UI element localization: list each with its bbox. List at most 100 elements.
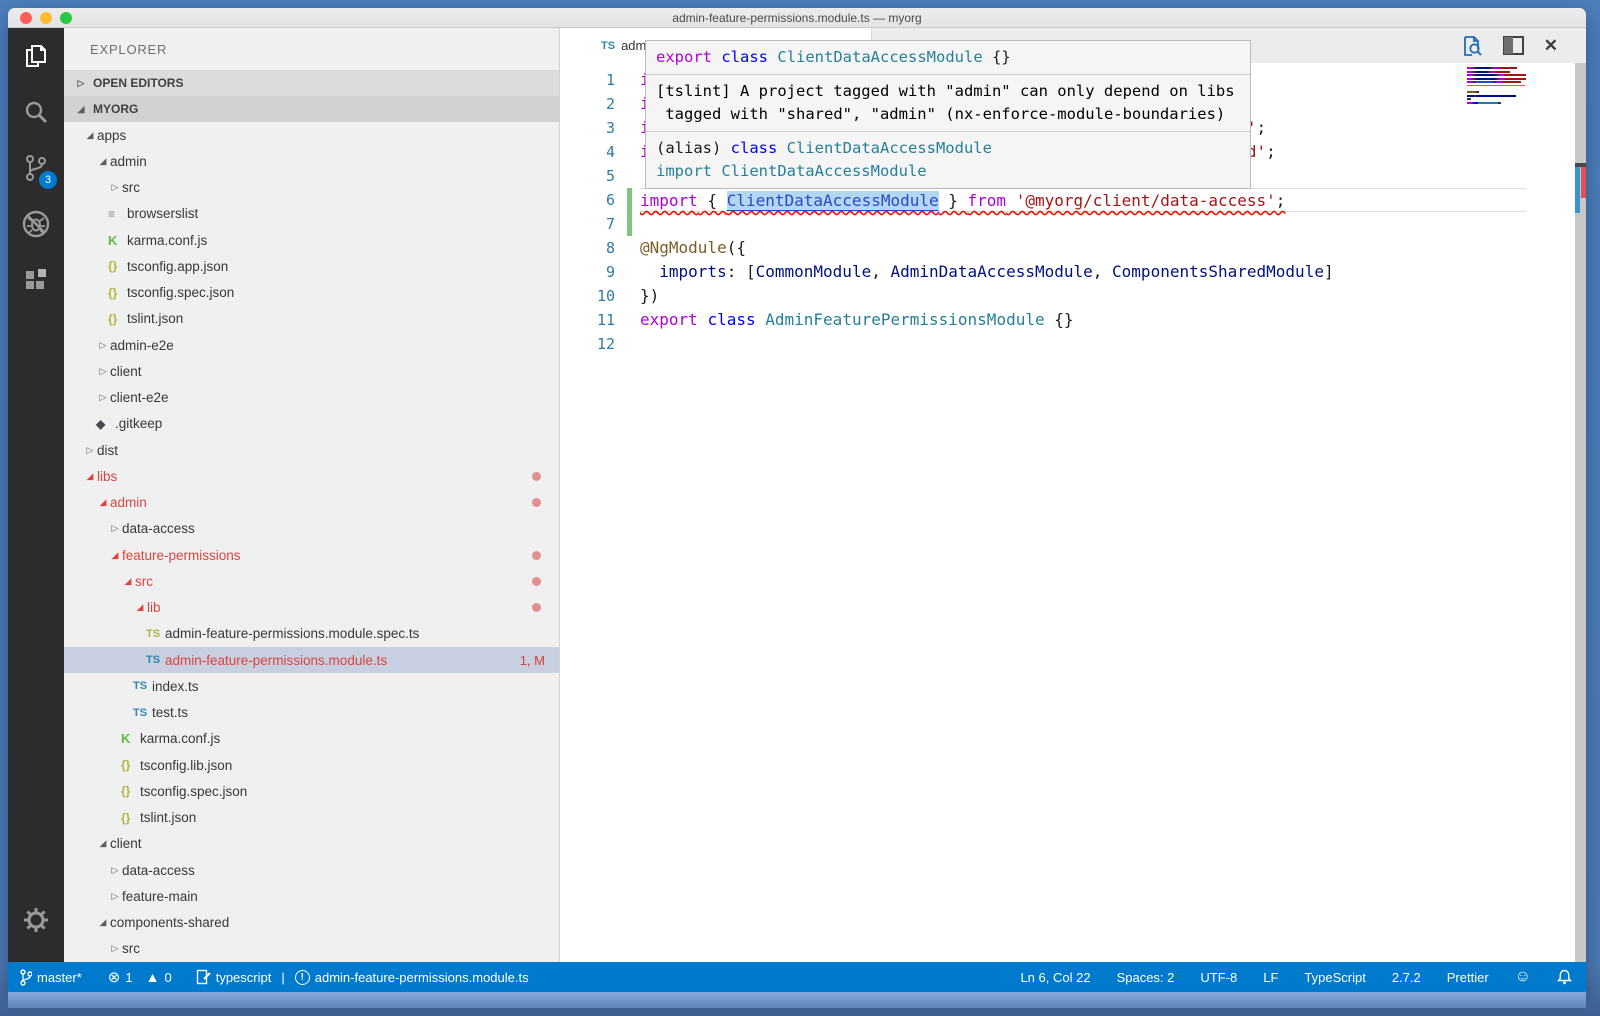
twistie-collapsed-icon[interactable]: ▷ xyxy=(108,523,122,534)
tree-item-label: karma.conf.js xyxy=(127,233,207,248)
twistie-collapsed-icon[interactable]: ▷ xyxy=(108,182,122,193)
definition-link[interactable]: ClientDataAccessModule xyxy=(727,191,939,210)
twistie-expanded-icon[interactable]: ◢ xyxy=(96,917,110,928)
feedback-smiley-icon[interactable]: ☺ xyxy=(1515,969,1531,985)
twistie-collapsed-icon[interactable]: ▷ xyxy=(96,392,110,403)
code-line-12[interactable]: 12 xyxy=(560,332,1586,356)
twistie-expanded-icon[interactable]: ◢ xyxy=(133,602,147,613)
close-window-button[interactable] xyxy=(20,12,32,24)
indentation[interactable]: Spaces: 2 xyxy=(1117,970,1175,985)
tree-folder-admin[interactable]: ◢admin xyxy=(64,490,559,516)
eol-sequence[interactable]: LF xyxy=(1263,970,1278,985)
tree-folder-feature-permissions[interactable]: ◢feature-permissions xyxy=(64,542,559,568)
open-editors-header[interactable]: ▷ OPEN EDITORS xyxy=(64,70,559,96)
search-icon[interactable] xyxy=(8,84,64,140)
tree-file-tslint.json[interactable]: {}tslint.json xyxy=(64,306,559,332)
twistie-collapsed-icon[interactable]: ▷ xyxy=(83,445,97,456)
code-text[interactable]: }) xyxy=(640,284,1586,308)
tree-file-karma.conf.js[interactable]: Kkarma.conf.js xyxy=(64,227,559,253)
tree-folder-data-access[interactable]: ▷data-access xyxy=(64,516,559,542)
line-number: 7 xyxy=(560,212,615,236)
tree-folder-components-shared[interactable]: ◢components-shared xyxy=(64,910,559,936)
twistie-collapsed-icon[interactable]: ▷ xyxy=(96,340,110,351)
tree-file-admin-feature-permissions.module.ts[interactable]: TSadmin-feature-permissions.module.ts1, … xyxy=(64,647,559,673)
code-text[interactable] xyxy=(640,332,1586,356)
minimap[interactable] xyxy=(1467,67,1531,105)
tree-folder-apps[interactable]: ◢apps xyxy=(64,122,559,148)
code-line-10[interactable]: 10}) xyxy=(560,284,1586,308)
twistie-expanded-icon[interactable]: ◢ xyxy=(96,838,110,849)
tree-folder-client[interactable]: ▷client xyxy=(64,358,559,384)
minimize-window-button[interactable] xyxy=(40,12,52,24)
extensions-icon[interactable] xyxy=(8,252,64,308)
tree-folder-data-access[interactable]: ▷data-access xyxy=(64,857,559,883)
twistie-collapsed-icon[interactable]: ▷ xyxy=(108,943,122,954)
code-line-11[interactable]: 11export class AdminFeaturePermissionsMo… xyxy=(560,308,1586,332)
twistie-expanded-icon[interactable]: ◢ xyxy=(96,156,110,167)
code-text[interactable]: imports: [CommonModule, AdminDataAccessM… xyxy=(640,260,1586,284)
twistie-expanded-icon[interactable]: ◢ xyxy=(121,576,135,587)
code-text[interactable]: import { ClientDataAccessModule } from '… xyxy=(640,188,1526,212)
tree-folder-client[interactable]: ◢client xyxy=(64,831,559,857)
notifications-bell-icon[interactable] xyxy=(1557,969,1572,985)
code-line-8[interactable]: 8@NgModule({ xyxy=(560,236,1586,260)
source-control-icon[interactable]: 3 xyxy=(8,140,64,196)
tree-file-tsconfig.spec.json[interactable]: {}tsconfig.spec.json xyxy=(64,280,559,306)
split-editor-button[interactable] xyxy=(1503,36,1524,55)
twistie-expanded-icon[interactable]: ◢ xyxy=(83,471,97,482)
tree-folder-src[interactable]: ▷src xyxy=(64,936,559,962)
minimap-line xyxy=(1467,71,1531,73)
code-line-6[interactable]: 6import { ClientDataAccessModule } from … xyxy=(560,188,1586,212)
twistie-collapsed-icon[interactable]: ▷ xyxy=(108,865,122,876)
tree-folder-client-e2e[interactable]: ▷client-e2e xyxy=(64,385,559,411)
tree-item-label: apps xyxy=(97,128,126,143)
code-text[interactable] xyxy=(640,212,1586,236)
tree-file-karma.conf.js[interactable]: Kkarma.conf.js xyxy=(64,726,559,752)
tree-file-test.ts[interactable]: TStest.ts xyxy=(64,700,559,726)
code-line-7[interactable]: 7 xyxy=(560,212,1586,236)
modified-dot-badge xyxy=(532,577,541,586)
close-editor-button[interactable]: ✕ xyxy=(1544,36,1558,56)
tree-file-admin-feature-permissions.module.spec.ts[interactable]: TSadmin-feature-permissions.module.spec.… xyxy=(64,621,559,647)
tree-folder-src[interactable]: ◢src xyxy=(64,568,559,594)
workspace-root-header[interactable]: ◢ MYORG xyxy=(64,96,559,122)
linter-status-item[interactable]: typescript | ! admin-feature-permissions… xyxy=(196,969,529,985)
settings-gear-icon[interactable] xyxy=(8,892,64,948)
tree-file-browserslist[interactable]: ≡browserslist xyxy=(64,201,559,227)
code-line-9[interactable]: 9 imports: [CommonModule, AdminDataAcces… xyxy=(560,260,1586,284)
typescript-version[interactable]: 2.7.2 xyxy=(1392,970,1421,985)
code-text[interactable]: export class AdminFeaturePermissionsModu… xyxy=(640,308,1586,332)
code-text[interactable]: @NgModule({ xyxy=(640,236,1586,260)
tree-folder-src[interactable]: ▷src xyxy=(64,175,559,201)
overview-ruler[interactable] xyxy=(1575,63,1586,962)
cursor-position[interactable]: Ln 6, Col 22 xyxy=(1020,970,1090,985)
editor-content[interactable]: 1import { CommonModule } from '@angular/… xyxy=(560,63,1586,962)
tree-file-tslint.json[interactable]: {}tslint.json xyxy=(64,805,559,831)
tree-folder-feature-main[interactable]: ▷feature-main xyxy=(64,883,559,909)
twistie-expanded-icon[interactable]: ◢ xyxy=(83,130,97,141)
git-branch-item[interactable]: master* xyxy=(20,969,82,986)
tree-file-tsconfig.app.json[interactable]: {}tsconfig.app.json xyxy=(64,253,559,279)
twistie-collapsed-icon[interactable]: ▷ xyxy=(108,891,122,902)
explorer-icon[interactable] xyxy=(8,28,64,84)
tree-file-tsconfig.lib.json[interactable]: {}tsconfig.lib.json xyxy=(64,752,559,778)
twistie-expanded-icon[interactable]: ◢ xyxy=(108,550,122,561)
tree-file-index.ts[interactable]: TSindex.ts xyxy=(64,673,559,699)
tree-file-.gitkeep[interactable]: ◆.gitkeep xyxy=(64,411,559,437)
minimap-error-squiggle xyxy=(1467,85,1525,87)
twistie-expanded-icon[interactable]: ◢ xyxy=(96,497,110,508)
twistie-collapsed-icon[interactable]: ▷ xyxy=(96,366,110,377)
open-changes-button[interactable] xyxy=(1461,35,1483,57)
language-mode[interactable]: TypeScript xyxy=(1304,970,1365,985)
zoom-window-button[interactable] xyxy=(60,12,72,24)
formatter[interactable]: Prettier xyxy=(1447,970,1489,985)
tree-file-tsconfig.spec.json[interactable]: {}tsconfig.spec.json xyxy=(64,778,559,804)
tree-folder-lib[interactable]: ◢lib xyxy=(64,595,559,621)
encoding[interactable]: UTF-8 xyxy=(1200,970,1237,985)
debug-disabled-icon[interactable] xyxy=(8,196,64,252)
problems-item[interactable]: ⊗ 1 ▲ 0 xyxy=(108,968,172,986)
tree-folder-libs[interactable]: ◢libs xyxy=(64,463,559,489)
tree-folder-admin[interactable]: ◢admin xyxy=(64,148,559,174)
tree-folder-dist[interactable]: ▷dist xyxy=(64,437,559,463)
tree-folder-admin-e2e[interactable]: ▷admin-e2e xyxy=(64,332,559,358)
